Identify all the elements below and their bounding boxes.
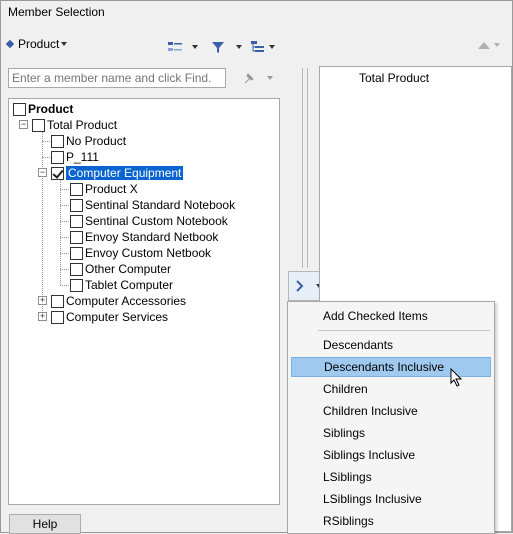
selected-member-item[interactable]: Total Product: [359, 71, 429, 85]
member-tree: Product − Total Product No Product P_111…: [8, 98, 280, 505]
checkbox[interactable]: [70, 214, 83, 228]
mouse-cursor-icon: [450, 368, 463, 387]
chevron-down-icon[interactable]: [236, 45, 242, 49]
tree-item[interactable]: Computer Services: [51, 309, 168, 325]
tree-item-label: Envoy Standard Netbook: [85, 230, 219, 244]
menu-item-rsiblings[interactable]: RSiblings: [291, 511, 491, 531]
tree-line: [42, 131, 43, 319]
menu-item-children-inclusive[interactable]: Children Inclusive: [291, 401, 491, 421]
tree-item-label: Envoy Custom Netbook: [85, 246, 212, 260]
checkbox[interactable]: [70, 182, 83, 196]
checkbox[interactable]: [70, 262, 83, 276]
tree-item[interactable]: Sentinal Standard Notebook: [70, 197, 235, 213]
tree-item[interactable]: Total Product: [32, 117, 117, 133]
menu-item-siblings[interactable]: Siblings: [291, 423, 491, 443]
dimension-label: Product: [18, 37, 60, 51]
help-button[interactable]: Help: [9, 514, 81, 534]
tree-line: [42, 141, 50, 142]
chevron-down-icon[interactable]: [494, 43, 500, 47]
filter-icon[interactable]: [209, 39, 227, 55]
collapse-icon[interactable]: −: [38, 168, 47, 177]
tree-item[interactable]: Sentinal Custom Notebook: [70, 213, 228, 229]
checkbox[interactable]: [51, 134, 64, 148]
tree-line: [60, 269, 69, 270]
tree-item-label: Product X: [85, 182, 138, 196]
checkbox[interactable]: [70, 198, 83, 212]
window-title: Member Selection: [8, 5, 105, 19]
chevron-down-icon: [61, 42, 68, 46]
tree-item-label: Sentinal Custom Notebook: [85, 214, 228, 228]
tree-line: [60, 285, 69, 286]
tree-line: [60, 253, 69, 254]
checkbox[interactable]: [70, 246, 83, 260]
dimension-dropdown[interactable]: Product: [5, 37, 68, 51]
tree-item[interactable]: No Product: [51, 133, 126, 149]
add-menu: Add Checked Items Descendants Descendant…: [287, 301, 495, 534]
menu-item-lsiblings[interactable]: LSiblings: [291, 467, 491, 487]
chevron-down-icon[interactable]: [267, 76, 273, 80]
expand-icon[interactable]: +: [38, 312, 47, 321]
menu-item-siblings-inclusive[interactable]: Siblings Inclusive: [291, 445, 491, 465]
tree-item[interactable]: P_111: [51, 149, 99, 165]
right-toolbar: [477, 39, 500, 51]
tree-item-label: Tablet Computer: [85, 278, 174, 292]
checkbox[interactable]: [32, 118, 45, 132]
tree-item-label: Other Computer: [85, 262, 172, 276]
tree-line: [60, 205, 69, 206]
tree-item-label: Computer Services: [66, 310, 169, 324]
tree-item[interactable]: Other Computer: [70, 261, 171, 277]
checkbox[interactable]: [51, 310, 64, 324]
tree-item-label: P_111: [66, 150, 99, 164]
checkbox-checked[interactable]: [51, 166, 64, 180]
tree-line: [60, 221, 69, 222]
tree-line: [60, 189, 69, 190]
member-icon[interactable]: [166, 39, 184, 55]
tree-line: [60, 237, 69, 238]
tree-item[interactable]: Envoy Custom Netbook: [70, 245, 211, 261]
tree-item[interactable]: Computer Accessories: [51, 293, 186, 309]
up-arrow-icon[interactable]: [477, 39, 491, 51]
tree-line: [42, 157, 50, 158]
tree-item-label: Computer Equipment: [66, 166, 184, 180]
tree-item[interactable]: Envoy Standard Netbook: [70, 229, 218, 245]
checkbox[interactable]: [51, 150, 64, 164]
tree-item[interactable]: Tablet Computer: [70, 277, 173, 293]
checkbox[interactable]: [70, 230, 83, 244]
checkbox[interactable]: [13, 102, 26, 116]
member-selection-window: Member Selection Product Enter a member …: [0, 0, 513, 534]
tree-item-label: No Product: [66, 134, 127, 148]
tree-item-label: Total Product: [47, 118, 118, 132]
hierarchy-icon[interactable]: [249, 39, 267, 55]
collapse-icon[interactable]: −: [19, 120, 28, 129]
tree-item-label: Computer Accessories: [66, 294, 187, 308]
chevron-down-icon[interactable]: [192, 45, 198, 49]
pin-icon[interactable]: [241, 70, 259, 86]
double-chevron-right-icon: [296, 280, 304, 292]
panel-splitter[interactable]: [302, 68, 308, 268]
menu-item-descendants[interactable]: Descendants: [291, 335, 491, 355]
diamond-icon: [5, 39, 15, 49]
tree-item[interactable]: Product X: [70, 181, 138, 197]
menu-item-add-checked[interactable]: Add Checked Items: [291, 306, 491, 326]
tree-item[interactable]: Computer Equipment: [51, 165, 184, 181]
tree-root[interactable]: Product: [13, 101, 73, 117]
menu-separator: [318, 330, 490, 331]
expand-icon[interactable]: +: [38, 296, 47, 305]
chevron-down-icon[interactable]: [269, 45, 275, 49]
checkbox[interactable]: [70, 278, 83, 292]
search-input[interactable]: [8, 68, 226, 88]
tree-item-label: Sentinal Standard Notebook: [85, 198, 236, 212]
menu-item-lsiblings-inclusive[interactable]: LSiblings Inclusive: [291, 489, 491, 509]
tree-root-label: Product: [28, 102, 74, 116]
checkbox[interactable]: [51, 294, 64, 308]
